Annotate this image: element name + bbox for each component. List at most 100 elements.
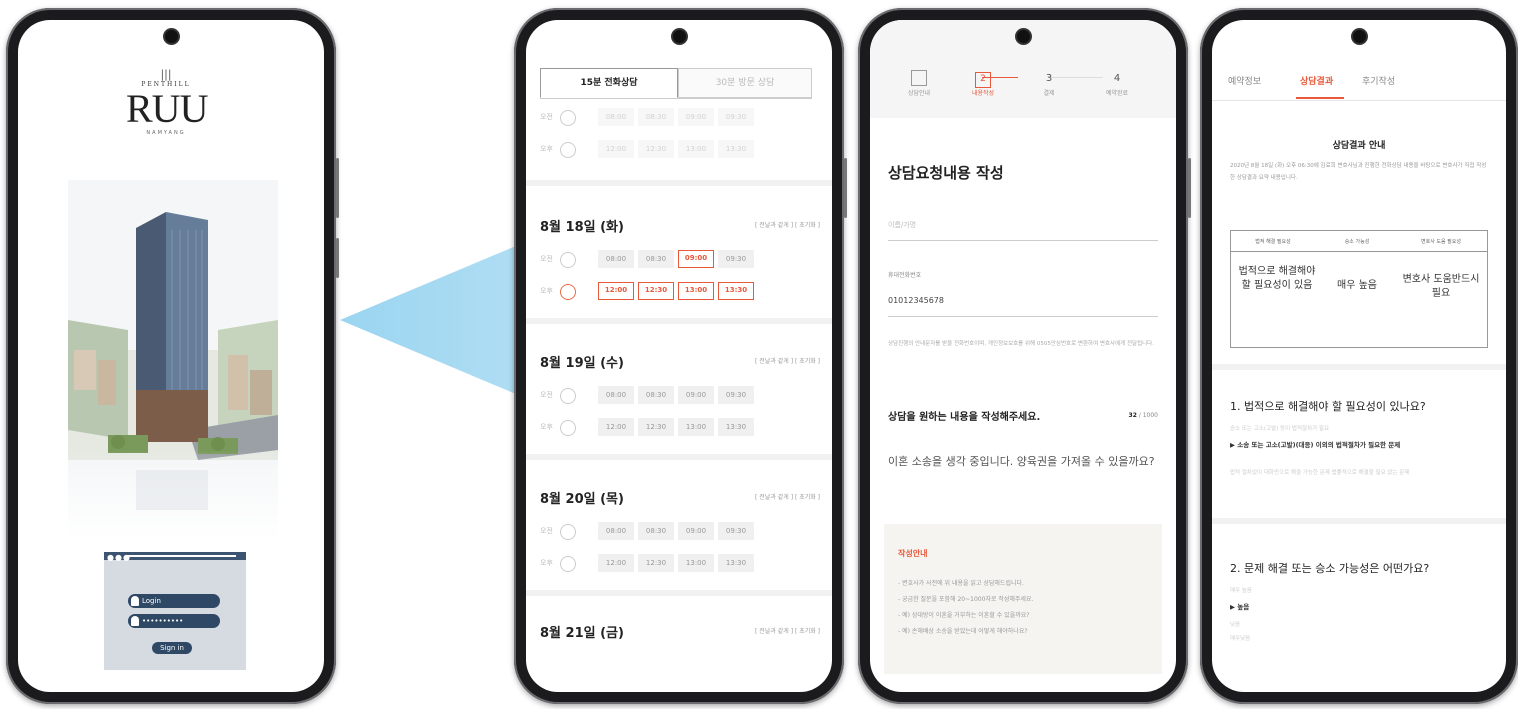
step-number: 2 (975, 72, 991, 88)
time-slot[interactable]: 13:30 (718, 554, 754, 572)
time-slot[interactable]: 08:30 (638, 250, 674, 268)
question-1: 1. 법적으로 해결해야 할 필요성이 있나요? (1230, 400, 1426, 413)
time-slot[interactable]: 08:00 (598, 386, 634, 404)
date-heading: 8월 19일 (수) (540, 356, 624, 371)
time-slot[interactable]: 13:00 (678, 418, 714, 436)
am-label: 오전 (540, 527, 553, 535)
step-4: 4 예약완료 (1092, 70, 1142, 97)
camera-icon (673, 30, 686, 43)
time-slot[interactable]: 08:30 (638, 386, 674, 404)
step-number: 4 (1113, 73, 1121, 84)
logo-mark: ||| (160, 68, 172, 81)
table-header-cell: 변호사 도움 필요성 (1421, 239, 1461, 245)
date-actions[interactable]: [ 전날과 같게 ] [ 초기화 ] (755, 356, 820, 365)
time-slot[interactable]: 09:30 (718, 250, 754, 268)
time-slot[interactable]: 12:00 (598, 140, 634, 158)
result-tabs: 예약정보 상담결과 후기작성 (1212, 60, 1506, 101)
table-cell: 변호사 도움반드시 필요 (1402, 274, 1480, 299)
guide-line: - 변호사가 사전에 위 내용을 읽고 상담해드립니다. (898, 580, 1024, 587)
zoom-beam (340, 240, 530, 400)
pm-label: 오후 (540, 145, 553, 153)
time-slot[interactable]: 13:30 (718, 140, 754, 158)
char-counter: 32 / 1000 (1129, 412, 1158, 419)
phone-input[interactable]: 01012345678 (888, 296, 944, 305)
select-all-radio[interactable] (560, 388, 576, 404)
time-slot-selected[interactable]: 12:00 (598, 282, 634, 300)
select-all-radio[interactable] (560, 420, 576, 436)
login-form: ●●● Login •••••••••• Sign in (104, 552, 246, 670)
step-2-current: 2 내용작성 (958, 70, 1008, 97)
phone-input-underline (888, 316, 1158, 317)
time-slot[interactable]: 12:30 (638, 554, 674, 572)
table-header-cell: 법적 해결 필요성 (1255, 239, 1291, 245)
building-illustration (68, 180, 278, 540)
time-slot-selected[interactable]: 12:30 (638, 282, 674, 300)
time-slot[interactable]: 09:00 (678, 522, 714, 540)
time-slot[interactable]: 08:00 (598, 250, 634, 268)
check-icon (911, 70, 927, 86)
phone-screen: 예약정보 상담결과 후기작성 상담결과 안내 2020년 8월 18일 (화) … (1212, 20, 1506, 692)
time-slot[interactable]: 08:00 (598, 522, 634, 540)
date-actions[interactable]: [ 전날과 같게 ] [ 초기화 ] (755, 626, 820, 635)
question-1-other-options: 법적 절차없이 대화만으로 해결 가능한 문제 법률적으로 해결할 필요 없는 … (1230, 470, 1410, 476)
select-all-radio-checked[interactable] (560, 284, 576, 300)
time-slot-selected[interactable]: 13:30 (718, 282, 754, 300)
time-slot[interactable]: 08:30 (638, 108, 674, 126)
time-slot[interactable]: 12:30 (638, 140, 674, 158)
select-all-radio[interactable] (560, 252, 576, 268)
time-slot[interactable]: 09:00 (678, 108, 714, 126)
password-placeholder: •••••••••• (142, 617, 184, 625)
pm-label: 오후 (540, 287, 553, 295)
tab-30min-visit[interactable]: 30분 방문 상담 (678, 68, 812, 98)
tab-reservation-info[interactable]: 예약정보 (1228, 74, 1261, 87)
time-slot[interactable]: 13:30 (718, 418, 754, 436)
time-slot[interactable]: 09:30 (718, 108, 754, 126)
phone-schedule-mockup: 15분 전화상담 30분 방문 상담 오전 08:00 08:30 09:00 … (514, 8, 847, 704)
time-slot[interactable]: 09:00 (678, 386, 714, 404)
guide-line: - 예) 손해배상 소송을 받았는데 어떻게 해야하나요? (898, 628, 1028, 635)
time-slot[interactable]: 13:00 (678, 554, 714, 572)
am-label: 오전 (540, 113, 553, 121)
am-label: 오전 (540, 255, 553, 263)
tab-write-review[interactable]: 후기작성 (1362, 74, 1395, 87)
phone-screen: 상담안내 2 내용작성 3 결제 4 예약완료 상담요청내용 작성 이름/가명 … (870, 20, 1176, 692)
divider (526, 590, 832, 596)
date-actions[interactable]: [ 전날과 같게 ] [ 초기화 ] (755, 220, 820, 229)
select-all-radio[interactable] (560, 524, 576, 540)
time-slot[interactable]: 12:00 (598, 418, 634, 436)
content-question: 상담을 원하는 내용을 작성해주세요. (888, 412, 1041, 423)
question-2-option: 매우낮음 (1230, 636, 1251, 642)
login-field[interactable]: Login (128, 594, 220, 608)
am-label: 오전 (540, 391, 553, 399)
time-slot-selected[interactable]: 13:00 (678, 282, 714, 300)
time-slot[interactable]: 12:00 (598, 554, 634, 572)
tab-consult-result[interactable]: 상담결과 (1300, 74, 1333, 87)
time-slot[interactable]: 09:30 (718, 386, 754, 404)
char-count: 32 (1128, 412, 1137, 419)
password-field[interactable]: •••••••••• (128, 614, 220, 628)
phone-screen: 15분 전화상담 30분 방문 상담 오전 08:00 08:30 09:00 … (526, 20, 832, 692)
time-slot[interactable]: 13:00 (678, 140, 714, 158)
guide-line: - 궁금한 질문을 포함해 20~1000자로 작성해주세요. (898, 596, 1034, 603)
sign-in-button[interactable]: Sign in (152, 642, 192, 654)
question-2-answer: ▶ 높음 (1230, 603, 1250, 611)
camera-icon (1017, 30, 1030, 43)
select-all-radio[interactable] (560, 142, 576, 158)
time-slot[interactable]: 09:30 (718, 522, 754, 540)
select-all-radio[interactable] (560, 556, 576, 572)
step-label: 결제 (1043, 90, 1055, 97)
result-description: 2020년 8월 18일 (화) 오후 06:30에 김료희 변호사님과 진행한… (1230, 163, 1487, 181)
name-input[interactable]: 이름/가명 (888, 220, 916, 230)
tab-15min-phone[interactable]: 15분 전화상담 (540, 68, 678, 98)
time-slot[interactable]: 08:30 (638, 522, 674, 540)
time-slot-selected[interactable]: 09:00 (678, 250, 714, 268)
time-slot[interactable]: 12:30 (638, 418, 674, 436)
select-all-radio[interactable] (560, 110, 576, 126)
date-actions[interactable]: [ 전날과 같게 ] [ 초기화 ] (755, 492, 820, 501)
content-textarea[interactable]: 이혼 소송을 생각 중입니다. 양육권을 가져올 수 있을까요? (888, 452, 1158, 472)
time-slot[interactable]: 08:00 (598, 108, 634, 126)
question-1-answer: ▶ 소송 또는 고소(고발)(대응) 이외의 법적절차가 필요한 문제 (1230, 441, 1401, 449)
result-title: 상담결과 안내 (1332, 141, 1386, 151)
divider (526, 180, 832, 186)
phone-request-form-mockup: 상담안내 2 내용작성 3 결제 4 예약완료 상담요청내용 작성 이름/가명 … (858, 8, 1191, 704)
